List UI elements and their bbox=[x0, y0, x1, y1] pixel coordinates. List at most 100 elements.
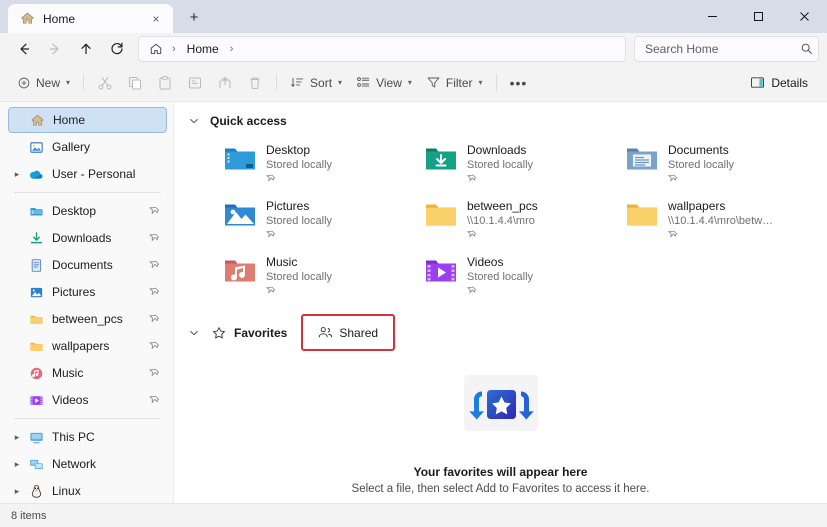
quick-access-item[interactable]: Desktop Stored locally bbox=[218, 136, 419, 190]
delete-icon bbox=[240, 69, 270, 97]
pin-icon[interactable] bbox=[147, 231, 161, 245]
item-name: Videos bbox=[467, 255, 504, 269]
shared-button[interactable]: Shared bbox=[301, 314, 396, 351]
item-subtitle: Stored locally bbox=[266, 271, 333, 283]
details-pane-button[interactable]: Details bbox=[741, 69, 817, 97]
sidebar-item-pictures[interactable]: Pictures bbox=[8, 279, 167, 305]
sidebar-item-wallpapers[interactable]: wallpapers bbox=[8, 333, 167, 359]
up-arrow-icon[interactable] bbox=[70, 35, 101, 63]
chevron-right-icon[interactable]: ▸ bbox=[8, 432, 26, 443]
quick-access-text: Pictures Stored locally bbox=[266, 198, 332, 242]
close-button[interactable] bbox=[781, 0, 827, 32]
quick-access-header[interactable]: Quick access bbox=[174, 102, 827, 132]
quick-access-item[interactable]: Music Stored locally bbox=[218, 248, 419, 302]
sidebar-item-label: Network bbox=[52, 457, 97, 471]
sidebar-item-between_pcs[interactable]: between_pcs bbox=[8, 306, 167, 332]
chevron-right-icon[interactable]: ▸ bbox=[8, 169, 26, 180]
item-name: Music bbox=[266, 255, 298, 269]
maximize-button[interactable] bbox=[735, 0, 781, 32]
minimize-button[interactable] bbox=[689, 0, 735, 32]
pin-icon[interactable] bbox=[147, 339, 161, 353]
filter-button[interactable]: Filter ▾ bbox=[419, 69, 490, 97]
item-subtitle: \\10.1.4.4\mro\betw… bbox=[668, 215, 774, 227]
sidebar-item-label: Linux bbox=[52, 484, 81, 498]
sidebar-item-downloads[interactable]: Downloads bbox=[8, 225, 167, 251]
quick-access-text: Desktop Stored locally bbox=[266, 142, 332, 186]
home-icon bbox=[19, 11, 35, 27]
pin-icon[interactable] bbox=[147, 285, 161, 299]
search-box[interactable] bbox=[634, 35, 819, 62]
chevron-right-icon[interactable]: ▸ bbox=[8, 486, 26, 497]
tab-label: Home bbox=[43, 11, 76, 26]
documents-icon bbox=[26, 258, 46, 273]
sidebar-item-music[interactable]: Music bbox=[8, 360, 167, 386]
pin-icon bbox=[467, 174, 533, 186]
sidebar-item-user-personal[interactable]: ▸ User - Personal bbox=[8, 161, 167, 187]
sidebar-item-label: Pictures bbox=[52, 285, 96, 299]
quick-access-text: Documents Stored locally bbox=[668, 142, 734, 186]
quick-access-grid: Desktop Stored locally Downloads Stored … bbox=[174, 132, 827, 302]
quick-access-item[interactable]: Videos Stored locally bbox=[419, 248, 620, 302]
tab-home[interactable]: Home × bbox=[8, 4, 173, 33]
quick-access-item[interactable]: Downloads Stored locally bbox=[419, 136, 620, 190]
item-count-label: 8 items bbox=[11, 509, 47, 522]
view-button[interactable]: View ▾ bbox=[349, 69, 419, 97]
linux-penguin-icon bbox=[26, 484, 46, 499]
search-input[interactable] bbox=[645, 41, 800, 56]
content-pane: Quick access Desktop Stored locally Down… bbox=[174, 102, 827, 503]
chevron-right-icon[interactable]: ▸ bbox=[8, 459, 26, 470]
window-body: Home Gallery ▸ User - Personal Desktop D… bbox=[0, 102, 827, 503]
sort-button-label: Sort bbox=[310, 75, 333, 90]
videos-folder-icon bbox=[425, 256, 457, 286]
see-more-button[interactable]: ••• bbox=[503, 69, 535, 97]
forward-arrow-icon bbox=[39, 35, 70, 63]
music-folder-icon bbox=[224, 256, 256, 286]
favorites-header[interactable]: Favorites Shared bbox=[174, 302, 827, 351]
breadcrumb-separator-2[interactable]: › bbox=[226, 43, 238, 55]
item-name: Downloads bbox=[467, 143, 527, 157]
new-tab-button[interactable]: + bbox=[179, 3, 209, 31]
empty-state-title: Your favorites will appear here bbox=[413, 465, 588, 479]
pin-icon[interactable] bbox=[147, 204, 161, 218]
home-outline-icon[interactable] bbox=[147, 40, 165, 58]
new-button-label: New bbox=[36, 75, 61, 90]
item-name: Documents bbox=[668, 143, 729, 157]
sidebar-item-documents[interactable]: Documents bbox=[8, 252, 167, 278]
address-bar-breadcrumb[interactable]: › Home › bbox=[138, 35, 626, 62]
pin-icon bbox=[467, 286, 533, 298]
sidebar-item-home[interactable]: Home bbox=[8, 107, 167, 133]
sidebar-item-desktop[interactable]: Desktop bbox=[8, 198, 167, 224]
pin-icon[interactable] bbox=[147, 258, 161, 272]
sidebar-item-gallery[interactable]: Gallery bbox=[8, 134, 167, 160]
chevron-down-icon: ▾ bbox=[478, 78, 483, 87]
pin-icon[interactable] bbox=[147, 366, 161, 380]
back-arrow-icon[interactable] bbox=[8, 35, 39, 63]
breadcrumb-home[interactable]: Home bbox=[183, 40, 223, 58]
downloads-icon bbox=[26, 231, 46, 246]
sidebar-item-network[interactable]: ▸ Network bbox=[8, 451, 167, 477]
quick-access-item[interactable]: wallpapers \\10.1.4.4\mro\betw… bbox=[620, 192, 821, 246]
item-subtitle: Stored locally bbox=[467, 159, 534, 171]
sidebar-item-label: Gallery bbox=[52, 140, 91, 154]
divider bbox=[83, 74, 85, 91]
chevron-down-icon[interactable] bbox=[184, 115, 204, 127]
sidebar-item-label: Music bbox=[52, 366, 84, 380]
search-icon[interactable] bbox=[800, 42, 813, 55]
sidebar-item-label: between_pcs bbox=[52, 312, 123, 326]
chevron-down-icon[interactable] bbox=[184, 327, 204, 339]
sidebar-item-this-pc[interactable]: ▸ This PC bbox=[8, 424, 167, 450]
sort-button[interactable]: Sort ▾ bbox=[283, 69, 349, 97]
sidebar-item-label: This PC bbox=[52, 430, 95, 444]
new-button[interactable]: New ▾ bbox=[10, 69, 77, 97]
quick-access-item[interactable]: Documents Stored locally bbox=[620, 136, 821, 190]
quick-access-item[interactable]: Pictures Stored locally bbox=[218, 192, 419, 246]
refresh-icon[interactable] bbox=[101, 35, 132, 63]
pin-icon[interactable] bbox=[147, 312, 161, 326]
window-caption-buttons bbox=[689, 0, 827, 32]
sidebar-item-linux[interactable]: ▸ Linux bbox=[8, 478, 167, 503]
quick-access-text: wallpapers \\10.1.4.4\mro\betw… bbox=[668, 198, 773, 242]
pin-icon[interactable] bbox=[147, 393, 161, 407]
sidebar-item-videos[interactable]: Videos bbox=[8, 387, 167, 413]
close-icon[interactable]: × bbox=[145, 8, 167, 30]
quick-access-item[interactable]: between_pcs \\10.1.4.4\mro bbox=[419, 192, 620, 246]
